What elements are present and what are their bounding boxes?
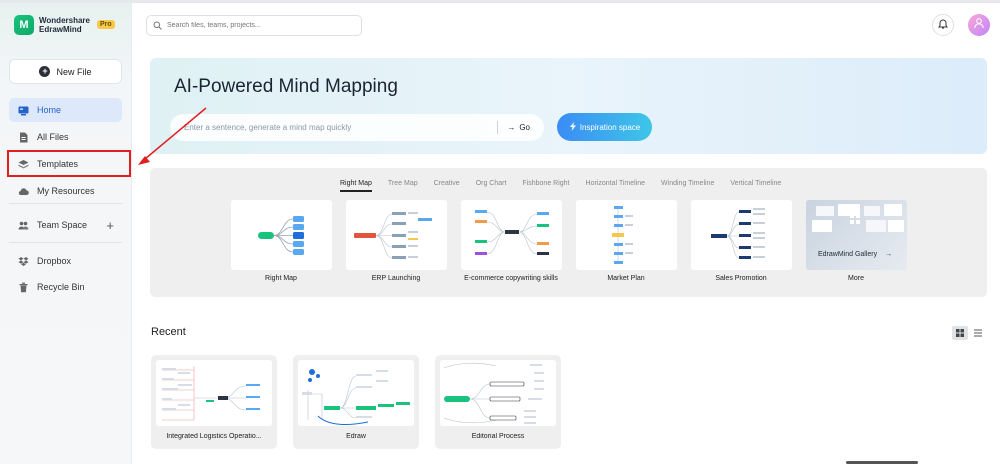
sidebar-item-label: Team Space — [37, 220, 88, 230]
gallery-title: EdrawMind Gallery — [818, 251, 878, 258]
avatar[interactable] — [968, 14, 990, 36]
sidebar: M Wondershare EdrawMind Pro + New File H… — [0, 3, 132, 464]
templates-panel: Right Map Tree Map Creative Org Chart Fi… — [150, 168, 987, 297]
recent-file-thumbnail — [298, 360, 414, 426]
inspiration-space-button[interactable]: Inspiration space — [557, 113, 652, 141]
sidebar-item-label: Home — [37, 105, 62, 115]
arrow-right-icon: → — [507, 123, 516, 132]
edrawmind-gallery-card[interactable]: EdrawMind Gallery → — [806, 200, 907, 270]
window-top-border — [0, 0, 1000, 3]
go-label: Go — [519, 123, 530, 132]
gallery-label: EdrawMind Gallery → — [818, 251, 892, 258]
home-icon — [18, 105, 29, 116]
bell-icon — [938, 16, 948, 34]
recent-file-card[interactable]: Editorial Process — [435, 355, 561, 449]
template-tabs: Right Map Tree Map Creative Org Chart Fi… — [340, 180, 781, 192]
sidebar-item-label: Recycle Bin — [37, 282, 85, 292]
template-label: Sales Promotion — [715, 275, 767, 282]
ai-prompt-placeholder: Enter a sentence, generate a mind map qu… — [184, 123, 352, 132]
list-view-icon[interactable] — [970, 326, 986, 340]
notification-button[interactable] — [932, 14, 954, 36]
annotation-highlight-box — [7, 150, 131, 177]
edrawmind-logo-icon: M — [14, 15, 34, 35]
tab-right-map[interactable]: Right Map — [340, 180, 372, 192]
recent-file-thumbnail — [440, 360, 556, 426]
hero-title: AI-Powered Mind Mapping — [174, 76, 398, 97]
recent-file-card[interactable]: Integrated Logistics Operatio... — [151, 355, 277, 449]
right-map-thumbnail — [258, 216, 304, 255]
sidebar-item-my-resources[interactable]: My Resources — [9, 179, 122, 203]
dropbox-icon — [18, 256, 29, 267]
template-label: E-commerce copywriting skills — [464, 275, 558, 282]
sidebar-item-home[interactable]: Home — [9, 98, 122, 122]
sidebar-item-label: My Resources — [37, 186, 95, 196]
template-label: Market Plan — [607, 275, 645, 282]
template-card-erp-launching[interactable] — [346, 200, 447, 270]
sidebar-item-recycle-bin[interactable]: Recycle Bin — [9, 275, 122, 299]
sidebar-item-label: All Files — [37, 132, 69, 142]
sidebar-item-label: Dropbox — [37, 256, 72, 266]
tab-tree-map[interactable]: Tree Map — [388, 180, 418, 192]
tab-vertical-timeline[interactable]: Vertical Timeline — [730, 180, 781, 192]
arrow-right-icon: → — [885, 251, 893, 258]
search-icon — [153, 17, 162, 35]
tab-creative[interactable]: Creative — [434, 180, 460, 192]
template-label: Right Map — [265, 275, 297, 282]
recent-file-name: Edraw — [346, 433, 366, 440]
market-plan-thumbnail — [612, 206, 633, 264]
plus-circle-icon: + — [39, 66, 51, 77]
trash-icon — [18, 282, 29, 293]
recent-file-name: Editorial Process — [471, 433, 525, 440]
view-toggle — [952, 326, 986, 340]
go-divider — [497, 121, 499, 134]
template-label: ERP Launching — [371, 275, 421, 282]
template-card-ecommerce-copywriting[interactable] — [461, 200, 562, 270]
recent-section-title: Recent — [151, 326, 186, 338]
tab-org-chart[interactable]: Org Chart — [476, 180, 507, 192]
recent-file-name: Integrated Logistics Operatio... — [166, 433, 262, 440]
grid-view-icon[interactable] — [952, 326, 968, 340]
template-card-right-map[interactable] — [231, 200, 332, 270]
erp-launching-thumbnail — [354, 212, 432, 259]
brand-line2: EdrawMind — [39, 25, 82, 34]
template-card-market-plan[interactable] — [576, 200, 677, 270]
add-team-icon[interactable]: + — [106, 218, 114, 233]
sidebar-item-team-space[interactable]: Team Space + — [9, 213, 122, 237]
inspiration-label: Inspiration space — [579, 122, 641, 132]
lightning-icon — [569, 121, 577, 133]
more-templates-link[interactable]: More — [796, 275, 916, 282]
search-box[interactable] — [146, 15, 362, 36]
new-file-label: New File — [56, 66, 92, 77]
sidebar-item-all-files[interactable]: All Files — [9, 125, 122, 149]
tab-fishbone-right[interactable]: Fishbone Right — [522, 180, 569, 192]
go-button[interactable]: → Go — [507, 123, 530, 132]
cloud-icon — [18, 186, 29, 197]
gallery-collage-thumbnail — [812, 204, 904, 232]
tab-winding-timeline[interactable]: Winding Timeline — [661, 180, 714, 192]
files-icon — [18, 132, 29, 143]
sidebar-divider — [9, 203, 122, 204]
ecommerce-thumbnail — [475, 210, 549, 255]
recent-file-card[interactable]: Edraw — [293, 355, 419, 449]
ai-hero-banner: AI-Powered Mind Mapping Enter a sentence… — [150, 58, 987, 154]
sidebar-item-dropbox[interactable]: Dropbox — [9, 249, 122, 273]
team-icon — [18, 220, 29, 231]
app-logo[interactable]: M Wondershare EdrawMind Pro — [14, 15, 115, 35]
search-input[interactable] — [167, 22, 347, 29]
template-card-sales-promotion[interactable] — [691, 200, 792, 270]
recent-file-thumbnail — [156, 360, 272, 426]
sidebar-divider — [9, 242, 122, 243]
user-icon — [973, 16, 985, 34]
brand-line1: Wondershare — [39, 16, 90, 25]
sales-promotion-thumbnail — [711, 208, 765, 259]
pro-badge: Pro — [96, 19, 115, 29]
tab-horizontal-timeline[interactable]: Horizontal Timeline — [586, 180, 646, 192]
new-file-button[interactable]: + New File — [9, 59, 122, 84]
ai-prompt-input[interactable]: Enter a sentence, generate a mind map qu… — [170, 114, 544, 141]
